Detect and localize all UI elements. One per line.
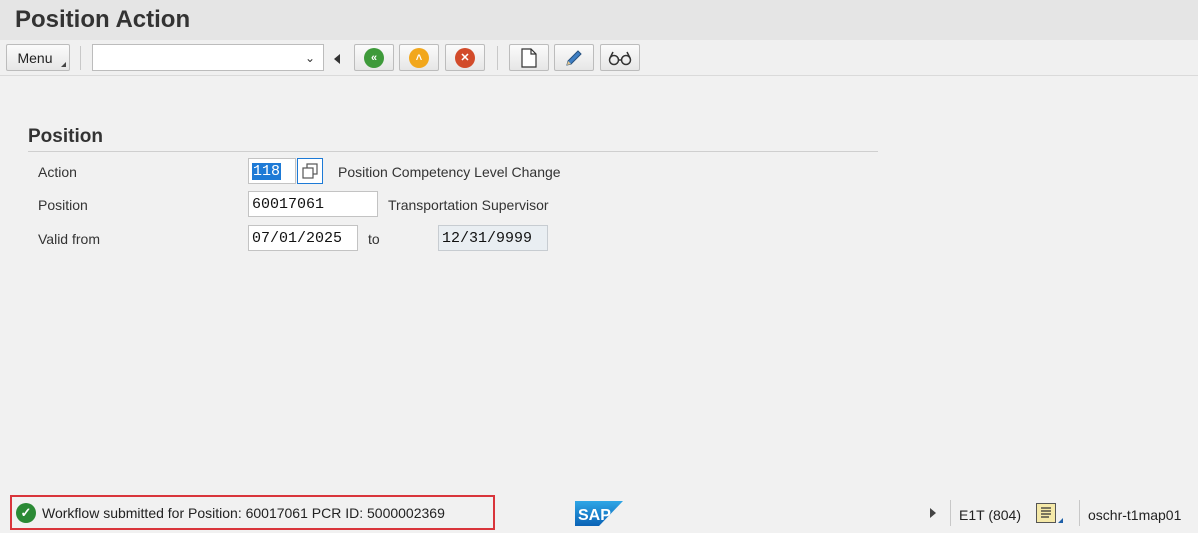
sap-logo: SAP: [575, 501, 623, 526]
dropdown-corner-icon: [1058, 518, 1063, 523]
page-title: Position Action: [15, 6, 191, 33]
glasses-display-icon: [608, 51, 632, 65]
exit-button[interactable]: ˄: [399, 44, 439, 71]
value-help-button[interactable]: [297, 158, 323, 184]
statusbar-separator: [1079, 500, 1080, 526]
statusbar-separator: [950, 500, 951, 526]
new-document-icon: [521, 47, 537, 68]
pencil-edit-icon: [566, 49, 582, 66]
position-input[interactable]: 60017061: [248, 191, 378, 217]
cancel-button[interactable]: ✕: [445, 44, 485, 71]
command-field[interactable]: ⌄: [92, 44, 324, 71]
menu-button[interactable]: Menu: [6, 44, 70, 71]
display-button[interactable]: [600, 44, 640, 71]
success-check-icon: ✓: [16, 502, 36, 523]
toolbar: Menu ⌄ « ˄ ✕: [0, 40, 1198, 76]
statusbar-expand-icon[interactable]: [930, 508, 936, 518]
valid-to-field: 12/31/9999: [438, 225, 548, 251]
create-button[interactable]: [509, 44, 549, 71]
action-value: 118: [252, 163, 282, 180]
action-label: Action: [38, 164, 77, 180]
list-icon: [1041, 507, 1051, 518]
system-info[interactable]: E1T (804): [959, 507, 1021, 523]
status-message[interactable]: ✓ Workflow submitted for Position: 60017…: [10, 495, 495, 530]
toolbar-separator: [80, 46, 81, 70]
menu-label: Menu: [17, 49, 53, 66]
section-title: Position: [28, 126, 878, 152]
back-button[interactable]: «: [354, 44, 394, 71]
toolbar-separator: [497, 46, 498, 70]
position-description: Transportation Supervisor: [388, 197, 549, 213]
chevron-down-icon[interactable]: ⌄: [305, 51, 315, 65]
title-bar: Position Action: [0, 0, 1198, 40]
action-description: Position Competency Level Change: [338, 164, 561, 180]
valid-from-label: Valid from: [38, 231, 100, 247]
value-help-icon: [302, 163, 318, 179]
sap-logo-text: SAP: [578, 507, 611, 524]
back-icon: «: [364, 47, 384, 68]
position-label: Position: [38, 197, 88, 213]
cancel-icon: ✕: [455, 47, 475, 68]
action-input[interactable]: 118: [248, 158, 296, 184]
change-button[interactable]: [554, 44, 594, 71]
valid-from-input[interactable]: 07/01/2025: [248, 225, 358, 251]
exit-icon: ˄: [409, 47, 429, 68]
menu-corner-icon: [61, 62, 66, 67]
to-label: to: [368, 231, 380, 247]
server-name: oschr-t1map01: [1088, 507, 1182, 523]
collapse-arrow-icon[interactable]: [334, 54, 340, 64]
system-menu-icon[interactable]: [1036, 503, 1063, 523]
position-section: Position: [28, 126, 878, 152]
status-text: Workflow submitted for Position: 6001706…: [42, 504, 445, 521]
